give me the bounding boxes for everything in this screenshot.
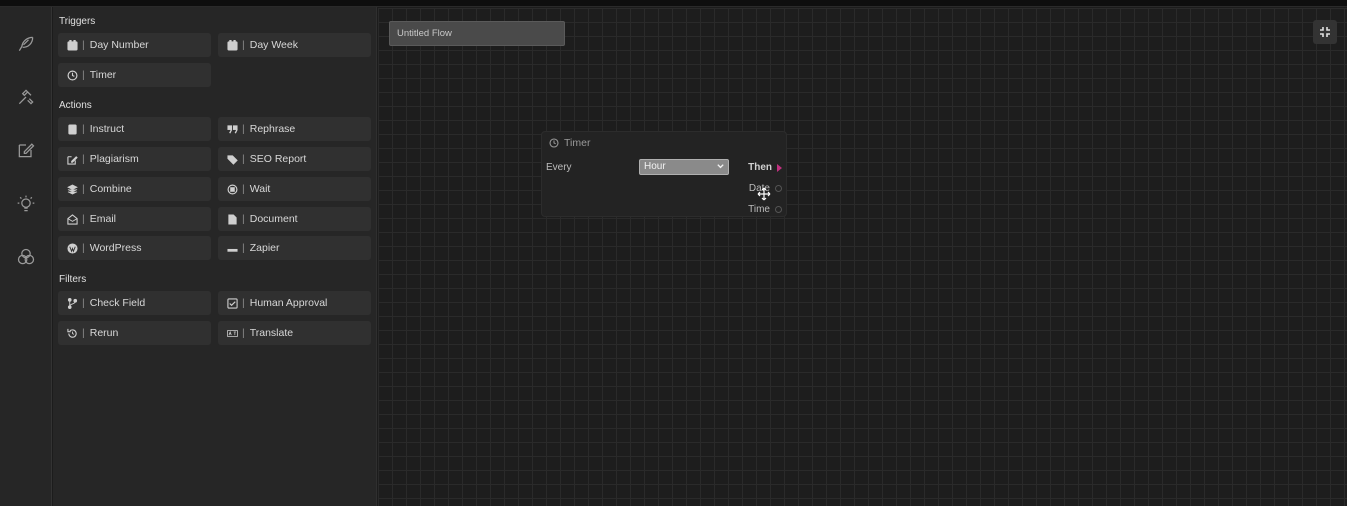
icon-sidebar (0, 7, 52, 506)
feather-icon[interactable] (14, 32, 38, 56)
edit-icon (66, 153, 78, 165)
output-label: Then (748, 162, 772, 173)
top-bar (0, 0, 1347, 7)
envelope-open-icon (66, 213, 78, 225)
venn-icon[interactable] (14, 245, 38, 269)
chevron-down-icon (717, 164, 724, 169)
node-label: Plagiarism (89, 153, 139, 165)
data-port-icon[interactable] (775, 185, 782, 192)
node-zapier[interactable]: | Zapier (218, 236, 371, 260)
flow-canvas[interactable]: Untitled Flow Timer Every Hour Then Date… (378, 8, 1347, 506)
node-wait[interactable]: | Wait (218, 177, 371, 201)
tools-icon[interactable] (14, 85, 38, 109)
node-label: Timer (89, 69, 117, 81)
move-cursor-icon (757, 187, 771, 201)
quote-icon (226, 123, 238, 135)
node-document[interactable]: | Document (218, 207, 371, 231)
node-label: Combine (89, 183, 132, 195)
node-seo-report[interactable]: | SEO Report (218, 147, 371, 171)
clock-icon (66, 69, 78, 81)
node-check-field[interactable]: | Check Field (58, 291, 211, 315)
every-select[interactable]: Hour (639, 159, 729, 175)
node-label: Zapier (249, 242, 280, 254)
node-label: Day Week (249, 39, 298, 51)
node-label: Email (89, 213, 116, 225)
flow-title-input[interactable]: Untitled Flow (389, 21, 565, 46)
timer-node-header[interactable]: Timer (542, 132, 786, 154)
tags-icon (226, 153, 238, 165)
calendar-icon (226, 39, 238, 51)
node-label: Instruct (89, 123, 125, 135)
section-title-triggers: Triggers (59, 16, 96, 27)
language-icon (226, 327, 238, 339)
node-email[interactable]: | Email (58, 207, 211, 231)
bulb-icon[interactable] (14, 192, 38, 216)
node-rerun[interactable]: | Rerun (58, 321, 211, 345)
checkbox-icon (226, 297, 238, 309)
node-instruct[interactable]: | Instruct (58, 117, 211, 141)
node-day-week[interactable]: | Day Week (218, 33, 371, 57)
file-icon (226, 213, 238, 225)
compress-icon (1320, 27, 1330, 37)
output-label: Time (748, 204, 770, 215)
node-translate[interactable]: | Translate (218, 321, 371, 345)
scroll-icon (66, 123, 78, 135)
section-title-filters: Filters (59, 274, 87, 285)
clock-icon (549, 138, 559, 148)
node-label: Rerun (89, 327, 119, 339)
stop-circle-icon (226, 183, 238, 195)
node-label: Human Approval (249, 297, 328, 309)
node-label: Wait (249, 183, 271, 195)
data-port-icon[interactable] (775, 206, 782, 213)
calendar-icon (66, 39, 78, 51)
node-label: Rephrase (249, 123, 296, 135)
node-label: SEO Report (249, 153, 307, 165)
exec-port-icon[interactable] (777, 163, 782, 172)
node-palette: Triggers | Day Number | Day Week | Timer… (53, 7, 377, 506)
node-timer[interactable]: | Timer (58, 63, 211, 87)
node-combine[interactable]: | Combine (58, 177, 211, 201)
node-label: WordPress (89, 242, 142, 254)
section-title-actions: Actions (59, 100, 92, 111)
node-label: Document (249, 213, 298, 225)
node-label: Check Field (89, 297, 146, 309)
node-label: Translate (249, 327, 294, 339)
branch-icon (66, 297, 78, 309)
layers-icon (66, 183, 78, 195)
wordpress-icon (66, 242, 78, 254)
minus-icon (226, 242, 238, 254)
every-select-value: Hour (644, 161, 666, 172)
timer-node-title: Timer (564, 137, 591, 149)
node-rephrase[interactable]: | Rephrase (218, 117, 371, 141)
collapse-button[interactable] (1313, 20, 1337, 44)
history-icon (66, 327, 78, 339)
every-label: Every (546, 162, 572, 173)
node-label: Day Number (89, 39, 149, 51)
output-time[interactable]: Time (748, 204, 782, 215)
node-day-number[interactable]: | Day Number (58, 33, 211, 57)
node-human-approval[interactable]: | Human Approval (218, 291, 371, 315)
edit-icon[interactable] (14, 138, 38, 162)
output-then[interactable]: Then (748, 162, 782, 173)
timer-node[interactable]: Timer Every Hour Then Date Time (541, 131, 787, 217)
node-wordpress[interactable]: | WordPress (58, 236, 211, 260)
node-plagiarism[interactable]: | Plagiarism (58, 147, 211, 171)
